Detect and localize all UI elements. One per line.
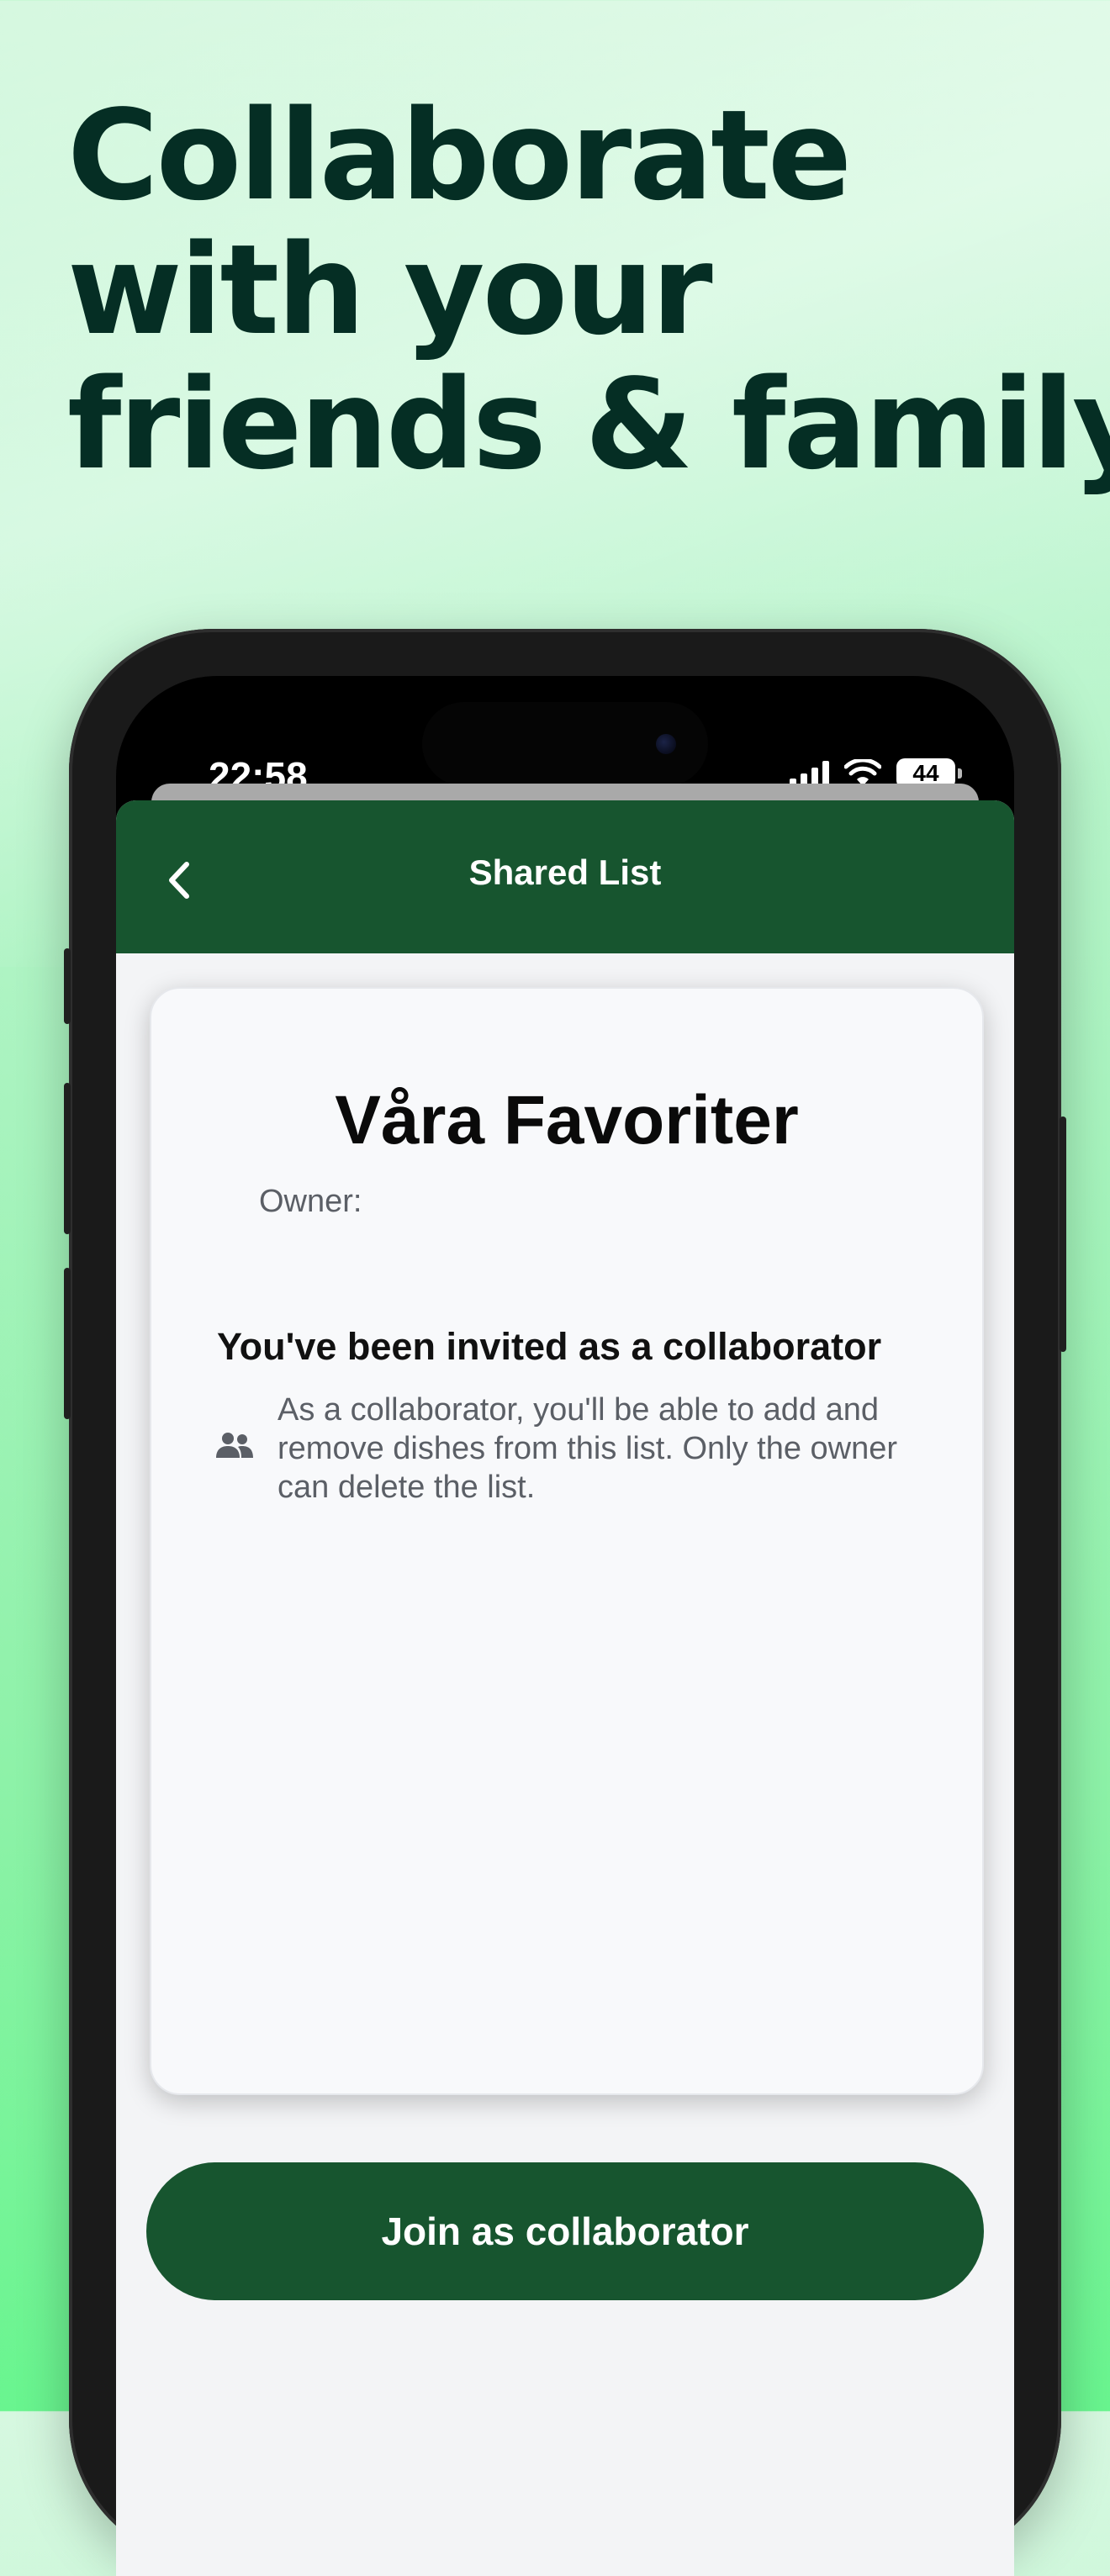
invite-description: As a collaborator, you'll be able to add…	[278, 1392, 898, 1505]
people-icon	[216, 1433, 253, 1458]
headline-line: Collaborate	[67, 83, 852, 228]
join-collaborator-button[interactable]: Join as collaborator	[146, 2162, 984, 2300]
headline-line: friends & family	[67, 352, 1110, 497]
invite-heading: You've been invited as a collaborator	[217, 1325, 882, 1368]
volume-up-button	[64, 1083, 71, 1234]
dynamic-island	[422, 702, 708, 786]
owner-label: Owner:	[259, 1184, 362, 1219]
power-button	[1060, 1116, 1066, 1352]
shared-list-card: Våra Favoriter Owner: You've been invite…	[150, 987, 984, 2095]
phone-screen: 22:58 44 Shared List Våra Favoriter Owne…	[116, 676, 1014, 2576]
phone-frame: 22:58 44 Shared List Våra Favoriter Owne…	[64, 629, 1066, 2576]
camera-icon	[656, 734, 676, 754]
headline-line: with your	[67, 218, 713, 362]
action-button	[64, 948, 71, 1024]
nav-title: Shared List	[468, 853, 662, 892]
nav-bar: Shared List	[116, 800, 1014, 953]
marketing-headline: Collaborate with your friends & family	[67, 83, 1110, 497]
list-title: Våra Favoriter	[335, 1082, 799, 1159]
volume-down-button	[64, 1268, 71, 1419]
app-sheet: Shared List Våra Favoriter Owner: You've…	[116, 800, 1014, 2576]
